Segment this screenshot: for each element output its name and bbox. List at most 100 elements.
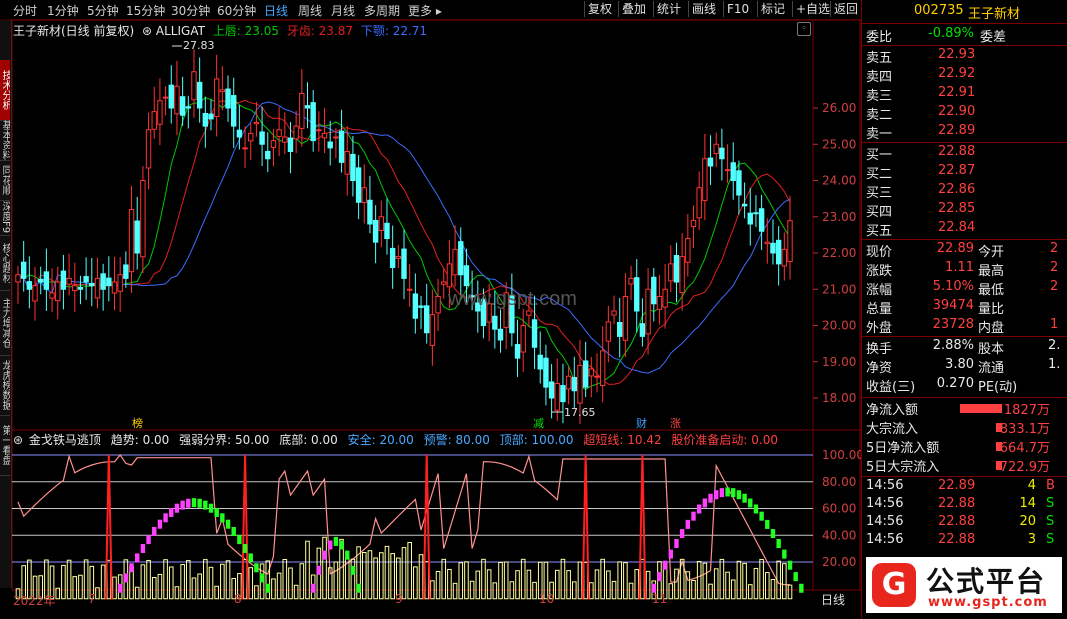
volume-bar bbox=[770, 579, 776, 600]
stat2-label: 收益(三) bbox=[866, 380, 916, 395]
candle bbox=[123, 264, 129, 279]
volume-bar bbox=[424, 561, 430, 600]
stair-bar bbox=[259, 573, 265, 583]
volume-bar bbox=[503, 561, 509, 600]
volume-bar bbox=[486, 569, 492, 600]
tick-time: 14:56 bbox=[866, 478, 904, 493]
stat-value2: 2 bbox=[1050, 241, 1059, 256]
volume-bar bbox=[373, 557, 378, 600]
candle bbox=[492, 315, 498, 330]
bid-row: 买五 22.84 bbox=[862, 220, 1067, 239]
volume-bar bbox=[532, 581, 537, 600]
chart-options-icon[interactable]: ◦ bbox=[797, 22, 811, 36]
candle bbox=[741, 203, 748, 207]
candle bbox=[412, 293, 419, 319]
ind-divide: 强弱分界: 50.00 bbox=[179, 433, 270, 447]
stair-bar bbox=[770, 529, 776, 539]
stair-bar bbox=[719, 488, 725, 498]
x-tick-11: 11 bbox=[652, 592, 668, 606]
flow-value: 1827万 bbox=[1003, 403, 1050, 418]
spike-signal bbox=[104, 454, 113, 600]
volume-bar bbox=[367, 550, 373, 600]
candle bbox=[191, 71, 197, 101]
candle bbox=[787, 220, 793, 263]
stair-bar bbox=[725, 487, 730, 497]
ask-label: 卖五 bbox=[866, 51, 893, 66]
candle bbox=[497, 328, 504, 341]
tick-price: 22.88 bbox=[938, 514, 976, 529]
indicator-header: ⊛ 金戈铁马逃顶 趋势: 0.00 强弱分界: 50.00 底部: 0.00 安… bbox=[13, 431, 784, 448]
chart-settings-icon[interactable]: ⊛ bbox=[142, 24, 152, 38]
volume-bar bbox=[759, 558, 764, 600]
volume-bar bbox=[163, 559, 168, 600]
stat-label: 涨跌 bbox=[866, 264, 893, 279]
candle bbox=[702, 158, 708, 201]
price-tick-label: 18.00 bbox=[822, 391, 856, 405]
candle bbox=[758, 208, 765, 232]
stair-bar bbox=[748, 498, 753, 508]
candle bbox=[531, 319, 538, 348]
stair-bar bbox=[776, 538, 781, 548]
candle bbox=[367, 199, 373, 225]
indicator-settings-icon[interactable]: ⊛ bbox=[13, 433, 23, 447]
volume-bar bbox=[747, 584, 753, 600]
candle bbox=[372, 219, 379, 243]
stat-value: 39474 bbox=[932, 298, 974, 313]
stair-bar bbox=[691, 511, 696, 521]
volume-bar bbox=[600, 558, 605, 600]
spike-signal bbox=[581, 454, 590, 600]
stat-label2: 最高 bbox=[978, 264, 1005, 279]
volume-bar bbox=[481, 558, 486, 600]
x-tick-10: 10 bbox=[539, 592, 555, 606]
stat2-label2: PE(动) bbox=[978, 380, 1018, 395]
ask-label: 卖四 bbox=[866, 70, 893, 85]
stair-bar bbox=[350, 565, 356, 575]
tick-price: 22.89 bbox=[938, 478, 976, 493]
flow-value: 722.9万 bbox=[999, 460, 1050, 475]
volume-bar bbox=[61, 564, 66, 600]
bid-price: 22.87 bbox=[938, 163, 976, 178]
volume-bar bbox=[282, 559, 288, 600]
candle bbox=[560, 385, 566, 403]
stat-value: 5.10% bbox=[932, 279, 974, 294]
volume-bar bbox=[515, 570, 520, 600]
candle bbox=[270, 140, 277, 148]
stair-bar bbox=[714, 490, 719, 500]
stair-bar bbox=[180, 500, 185, 510]
price-tick-label: 22.00 bbox=[822, 246, 856, 260]
stat-label2: 量比 bbox=[978, 302, 1005, 317]
candle bbox=[185, 106, 191, 109]
candle bbox=[276, 129, 282, 137]
flow-row: 净流入额 1827万 bbox=[862, 399, 1067, 418]
stock-code: 002735 bbox=[914, 3, 964, 18]
weibi-row: 委比 -0.89% 委差 bbox=[866, 26, 1007, 45]
ind-warn: 预警: 80.00 bbox=[423, 433, 490, 447]
flow-value: 833.1万 bbox=[999, 422, 1050, 437]
candle bbox=[395, 256, 402, 259]
ask-label: 卖二 bbox=[866, 108, 893, 123]
stair-bar bbox=[765, 519, 770, 529]
candle bbox=[282, 136, 288, 143]
candle bbox=[622, 296, 629, 341]
indicator-name[interactable]: ALLIGAT bbox=[156, 24, 205, 38]
stat-value: 22.89 bbox=[936, 241, 974, 256]
candle bbox=[588, 368, 595, 377]
stat2-label: 净资 bbox=[866, 361, 893, 376]
kline-chart[interactable]: 26.00 25.00 24.00 23.00 22.00 21.00 20.00 19.00… bbox=[0, 0, 861, 619]
volume-bar bbox=[140, 564, 146, 600]
stair-bar bbox=[163, 513, 168, 523]
indicator-title: 金戈铁马逃顶 bbox=[28, 433, 101, 447]
flow-label: 5日净流入额 bbox=[866, 441, 940, 456]
volume-bar bbox=[378, 552, 384, 600]
candle bbox=[100, 273, 106, 290]
candle bbox=[333, 136, 339, 139]
spike-signal bbox=[241, 454, 250, 600]
volume-bar bbox=[384, 545, 390, 600]
candle bbox=[60, 270, 67, 290]
stair-bar bbox=[702, 498, 708, 508]
volume-bar bbox=[191, 577, 197, 600]
stat-value2: 2 bbox=[1050, 279, 1059, 294]
bid-row: 买一 22.88 bbox=[862, 144, 1067, 163]
bid-row: 买三 22.86 bbox=[862, 182, 1067, 201]
stair-bar bbox=[254, 563, 259, 573]
